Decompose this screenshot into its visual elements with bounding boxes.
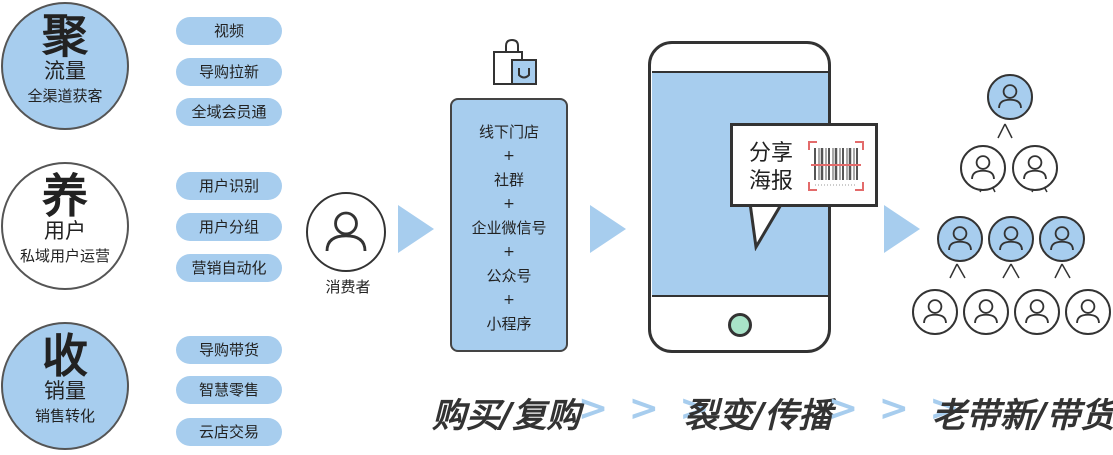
person-icon xyxy=(1014,289,1060,335)
poster-text: 分享海报 xyxy=(749,141,794,194)
channel-item: 社群 xyxy=(493,171,524,189)
pill-item: 导购带货 xyxy=(176,336,282,364)
channel-box: 线下门店 + 社群 + 企业微信号 + 公众号 + 小程序 xyxy=(450,98,568,352)
arrow-right-icon xyxy=(398,205,434,253)
flow-step-purchase: 购买/复购 xyxy=(432,396,581,436)
callout-tail xyxy=(748,203,784,251)
person-icon xyxy=(960,145,1006,191)
channel-item: 公众号 xyxy=(486,267,532,285)
channel-item: 小程序 xyxy=(486,315,532,333)
pill-item: 云店交易 xyxy=(176,418,282,446)
stage-circle-gather: 聚 流量 全渠道获客 xyxy=(1,2,129,130)
flow-step-viral: 裂变/传播 xyxy=(684,396,833,436)
channel-plus: + xyxy=(503,148,515,164)
stage-subtitle: 私域用户运营 xyxy=(19,247,110,265)
arrow-right-icon xyxy=(590,205,626,253)
barcode-icon xyxy=(808,141,864,191)
stage-big-char: 聚 xyxy=(42,9,88,63)
shopping-bag-icon xyxy=(493,38,537,85)
pill-item: 导购拉新 xyxy=(176,58,282,86)
person-icon xyxy=(1039,216,1085,262)
stage-title: 销量 xyxy=(44,379,86,403)
pill-item: 全域会员通 xyxy=(176,98,282,126)
consumer-label: 消费者 xyxy=(325,278,371,296)
person-icon xyxy=(963,289,1009,335)
pill-item: 用户识别 xyxy=(176,172,282,200)
stage-big-char: 收 xyxy=(42,329,88,383)
tree-connectors xyxy=(949,123,1071,279)
stage-circle-nurture: 养 用户 私域用户运营 xyxy=(1,162,129,290)
channel-plus: + xyxy=(503,244,515,260)
share-poster: 分享海报 xyxy=(730,123,878,207)
growth-diagram: 聚 流量 全渠道获客 养 用户 私域用户运营 收 销量 销售转化 视频 导购拉新… xyxy=(0,0,1113,455)
person-icon xyxy=(306,192,386,272)
stage-circle-harvest: 收 销量 销售转化 xyxy=(1,322,129,450)
channel-plus: + xyxy=(503,292,515,308)
channel-item: 企业微信号 xyxy=(471,219,547,237)
pill-item: 营销自动化 xyxy=(176,254,282,282)
stage-subtitle: 全渠道获客 xyxy=(27,87,103,105)
pill-item: 智慧零售 xyxy=(176,376,282,404)
phone-home-button xyxy=(728,313,752,337)
person-icon xyxy=(1012,145,1058,191)
pill-item: 用户分组 xyxy=(176,213,282,241)
person-icon xyxy=(987,74,1033,120)
person-icon xyxy=(912,289,958,335)
stage-title: 流量 xyxy=(44,59,86,83)
channel-item: 线下门店 xyxy=(478,123,539,141)
person-icon xyxy=(1065,289,1111,335)
person-icon xyxy=(937,216,983,262)
channel-plus: + xyxy=(503,196,515,212)
stage-title: 用户 xyxy=(44,219,86,243)
stage-big-char: 养 xyxy=(42,169,88,223)
stage-subtitle: 销售转化 xyxy=(34,407,95,425)
person-icon xyxy=(988,216,1034,262)
flow-step-referral: 老带新/带货 xyxy=(932,396,1113,436)
pill-item: 视频 xyxy=(176,17,282,45)
